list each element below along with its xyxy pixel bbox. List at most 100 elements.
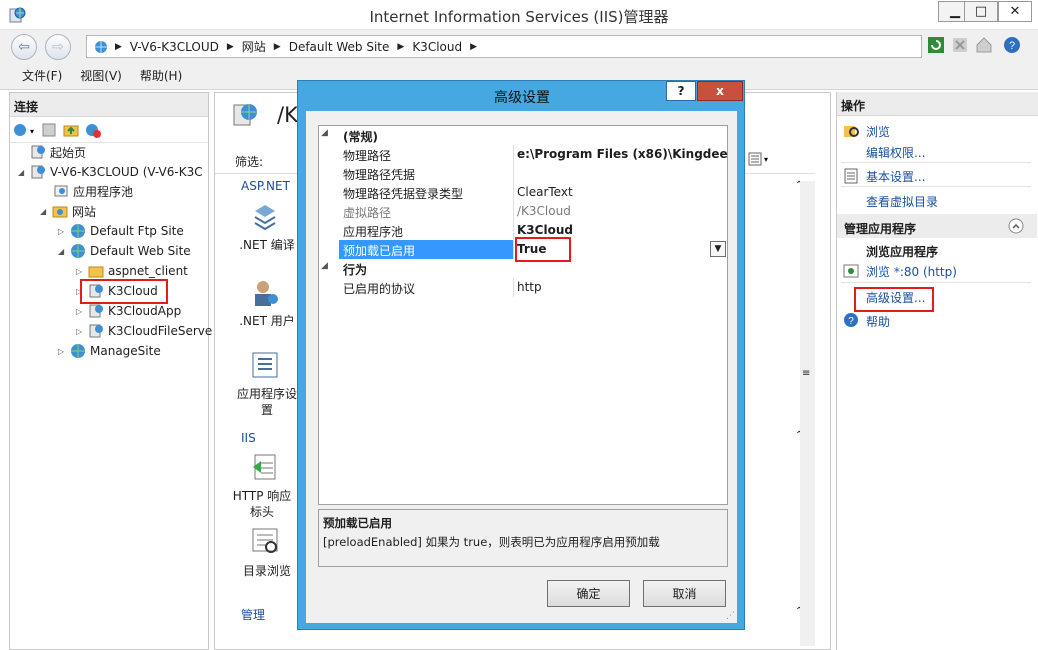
highlight-box-preload-value [515,237,571,262]
browse-app-subtitle: 浏览应用程序 [866,245,939,259]
collapse-section-icon[interactable] [1008,218,1024,234]
expand-arrow-icon[interactable]: ▷ [76,327,84,336]
collapse-arrow-icon[interactable]: ◢ [58,247,66,256]
save-icon[interactable] [41,122,57,138]
action-help[interactable]: 帮助 [866,313,890,330]
action-view-virtual-directories[interactable]: 查看虚拟目录 [866,193,938,210]
ok-button[interactable]: 确定 [547,580,630,607]
action-basic-settings[interactable]: 基本设置... [866,168,925,185]
tree-item-app-pools[interactable]: 应用程序池 [53,182,133,200]
breadcrumb-sites[interactable]: 网站 [242,38,266,55]
section-general[interactable]: ◢ (常规) [319,126,727,145]
chevron-right-icon: ▶ [470,41,478,52]
tree-item-label: K3CloudFileServe [108,324,213,338]
tree-item-default-web-site[interactable]: ◢ Default Web Site [58,242,191,260]
collapse-arrow-icon[interactable]: ◢ [321,261,328,271]
property-description: 预加载已启用 [preloadEnabled] 如果为 true，则表明已为应用… [318,509,728,567]
highlight-box-k3cloud [80,279,168,304]
actions-header: 操作 [837,92,1038,116]
divider [841,186,1031,187]
property-row[interactable]: 物理路径凭据登录类型 ClearText [319,183,727,202]
menu-help[interactable]: 帮助(H) [140,67,182,84]
cancel-button[interactable]: 取消 [643,580,726,607]
tree-item-start-page[interactable]: 起始页 [30,143,86,161]
group-aspnet[interactable]: ASP.NET [241,179,290,193]
divider [841,282,1031,283]
dialog-close-button[interactable]: x [697,81,743,101]
action-edit-permissions[interactable]: 编辑权限... [866,144,925,161]
svg-text:▾: ▾ [30,127,34,136]
tree-item-managesite[interactable]: ▷ ManageSite [58,342,161,360]
divider [841,162,1031,163]
group-iis[interactable]: IIS [241,431,256,445]
browse-icon [844,126,859,137]
chevron-right-icon: ▶ [115,41,122,52]
dialog-help-button[interactable]: ? [666,81,696,101]
refresh-icon[interactable] [927,36,945,54]
expand-arrow-icon[interactable]: ▷ [58,347,66,356]
net-compile-icon[interactable] [249,201,281,233]
collapse-arrow-icon[interactable]: ◢ [18,168,26,177]
disconnect-icon[interactable] [85,122,101,138]
action-browse-port-80[interactable]: 浏览 *:80 (http) [866,263,957,280]
feature-net-users[interactable]: .NET 用户 [235,312,299,329]
title-bar: Internet Information Services (IIS)管理器 ▁… [0,0,1038,30]
feature-net-compile[interactable]: .NET 编译 [237,236,297,253]
net-users-icon[interactable] [249,277,281,309]
expand-arrow-icon[interactable]: ▷ [76,307,84,316]
address-bar[interactable]: ▶ V-V6-K3CLOUD ▶ 网站 ▶ Default Web Site ▶… [86,35,922,58]
scrollbar[interactable] [800,181,815,646]
feature-directory-browsing[interactable]: 目录浏览 [237,562,297,579]
folder-up-icon[interactable] [63,122,79,138]
menu-view[interactable]: 视图(V) [80,67,122,84]
dropdown-arrow-icon[interactable]: ▼ [710,241,726,257]
tree-item-server[interactable]: ◢ V-V6-K3CLOUD (V-V6-K3C [18,163,203,181]
home-icon[interactable] [975,36,993,54]
feature-app-settings[interactable]: 应用程序设置 [233,386,301,418]
action-browse[interactable]: 浏览 [866,123,890,140]
help-icon[interactable]: ? [1003,36,1021,54]
back-button[interactable]: ⇦ [11,34,37,60]
http-headers-icon[interactable] [249,451,281,483]
tree-item-sites[interactable]: ◢ 网站 [40,202,96,220]
collapse-arrow-icon[interactable]: ◢ [321,128,328,138]
feature-http-headers[interactable]: HTTP 响应标头 [229,488,295,520]
web-app-icon [89,304,103,318]
filter-label: 筛选: [235,155,264,169]
resize-grip-icon[interactable]: ⋰ [726,611,735,621]
forward-button[interactable]: ⇨ [45,34,71,60]
breadcrumb-k3cloud[interactable]: K3Cloud [412,40,462,54]
app-settings-icon[interactable] [249,351,281,379]
menu-file[interactable]: 文件(F) [22,67,62,84]
tree-item-aspnet-client[interactable]: ▷ aspnet_client [76,262,188,280]
maximize-button[interactable]: □ [964,1,998,22]
connect-icon[interactable]: ▾ [13,122,35,138]
property-row[interactable]: 物理路径 e:\Program Files (x86)\Kingdee\K3 [319,145,727,164]
chevron-right-icon: ▶ [397,41,405,52]
directory-browsing-icon[interactable] [249,525,281,557]
breadcrumb-server[interactable]: V-V6-K3CLOUD [130,40,219,54]
view-mode-icon[interactable]: ▾ [748,152,774,166]
expand-arrow-icon[interactable]: ▷ [76,267,84,276]
chevron-right-icon: ▶ [226,41,234,52]
close-window-button[interactable]: ✕ [998,1,1032,22]
basic-settings-icon [844,168,858,184]
expand-arrow-icon[interactable]: ▷ [58,227,66,236]
globe-icon [71,224,85,238]
stop-icon[interactable] [951,36,969,54]
breadcrumb-default-web-site[interactable]: Default Web Site [289,40,390,54]
tree-item-label: V-V6-K3CLOUD (V-V6-K3C [50,165,203,179]
property-row[interactable]: 物理路径凭据 [319,164,727,183]
property-row[interactable]: 已启用的协议 http [319,278,727,297]
collapse-arrow-icon[interactable]: ◢ [40,207,48,216]
help-icon: ? [844,313,858,327]
scroll-thumb-grip-icon[interactable]: ≡ [802,368,810,379]
tree-item-label: K3CloudApp [108,304,182,318]
tree-item-default-ftp-site[interactable]: ▷ Default Ftp Site [58,222,184,240]
actions-panel: 操作 浏览 编辑权限... 基本设置... 查看虚拟目录 管理应用程序 浏览应用… [836,92,1038,650]
property-row[interactable]: 虚拟路径 /K3Cloud [319,202,727,221]
tree-item-k3cloudfileserver[interactable]: ▷ K3CloudFileServe [76,322,212,340]
tree-item-k3cloudapp[interactable]: ▷ K3CloudApp [76,302,181,320]
group-management[interactable]: 管理 [241,606,265,623]
connections-toolbar: ▾ [10,117,208,143]
